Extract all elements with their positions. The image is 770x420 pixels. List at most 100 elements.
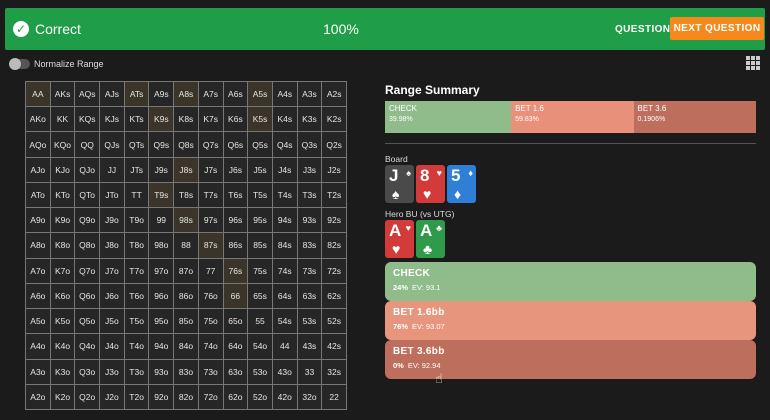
action-option-button[interactable]: CHECK 24% EV: 93.1 xyxy=(385,262,756,301)
hand-cell[interactable]: J5o xyxy=(100,309,124,334)
hand-cell[interactable]: KTo xyxy=(50,182,75,208)
hand-cell[interactable]: A8s xyxy=(174,82,198,107)
hand-cell[interactable]: QJo xyxy=(75,157,100,182)
hand-cell[interactable]: K8o xyxy=(50,233,75,258)
hand-cell[interactable]: 74o xyxy=(198,334,223,359)
hand-cell[interactable]: 52s xyxy=(322,309,346,334)
hand-cell[interactable]: Q7s xyxy=(198,132,223,157)
hand-cell[interactable]: J8o xyxy=(100,233,124,258)
hand-cell[interactable]: 92s xyxy=(322,208,346,233)
hand-cell[interactable]: A7o xyxy=(26,258,50,283)
hand-cell[interactable]: 85o xyxy=(174,309,198,334)
hand-cell[interactable]: JTo xyxy=(100,182,124,208)
hand-cell[interactable]: T9s xyxy=(149,182,174,208)
hand-cell[interactable]: 32o xyxy=(297,384,322,409)
hand-cell[interactable]: KJs xyxy=(100,107,124,132)
hand-cell[interactable]: Q8o xyxy=(75,233,100,258)
hand-cell[interactable]: 93o xyxy=(149,359,174,384)
hand-cell[interactable]: 54o xyxy=(248,334,272,359)
hand-cell[interactable]: 42o xyxy=(272,384,297,409)
hand-cell[interactable]: A8o xyxy=(26,233,50,258)
hand-cell[interactable]: 73s xyxy=(297,258,322,283)
hand-cell[interactable]: K7s xyxy=(198,107,223,132)
hand-cell[interactable]: J7o xyxy=(100,258,124,283)
hand-cell[interactable]: A2s xyxy=(322,82,346,107)
hand-cell[interactable]: 64o xyxy=(223,334,248,359)
hand-cell[interactable]: A2o xyxy=(26,384,50,409)
hand-cell[interactable]: 94s xyxy=(272,208,297,233)
hand-cell[interactable]: 82o xyxy=(174,384,198,409)
hand-cell[interactable]: JJ xyxy=(100,157,124,182)
hand-cell[interactable]: T8s xyxy=(174,182,198,208)
hand-cell[interactable]: J9o xyxy=(100,208,124,233)
hand-cell[interactable]: A9s xyxy=(149,82,174,107)
hand-cell[interactable]: 87s xyxy=(198,233,223,258)
hand-cell[interactable]: K2o xyxy=(50,384,75,409)
normalize-range-toggle[interactable]: Normalize Range xyxy=(9,58,104,70)
hand-cell[interactable]: J2s xyxy=(322,157,346,182)
hand-cell[interactable]: 66 xyxy=(223,283,248,309)
hand-cell[interactable]: 42s xyxy=(322,334,346,359)
hand-cell[interactable]: A9o xyxy=(26,208,50,233)
hand-cell[interactable]: Q4s xyxy=(272,132,297,157)
hand-cell[interactable]: K8s xyxy=(174,107,198,132)
hand-cell[interactable]: T7s xyxy=(198,182,223,208)
hand-cell[interactable]: KQs xyxy=(75,107,100,132)
hand-cell[interactable]: 94o xyxy=(149,334,174,359)
hand-cell[interactable]: AJs xyxy=(100,82,124,107)
hand-cell[interactable]: Q6o xyxy=(75,283,100,309)
hand-cell[interactable]: QJs xyxy=(100,132,124,157)
hand-cell[interactable]: J4o xyxy=(100,334,124,359)
hand-cell[interactable]: 83o xyxy=(174,359,198,384)
hand-cell[interactable]: T5s xyxy=(248,182,272,208)
hand-cell[interactable]: A7s xyxy=(198,82,223,107)
hand-cell[interactable]: J3o xyxy=(100,359,124,384)
hand-cell[interactable]: Q9s xyxy=(149,132,174,157)
hand-cell[interactable]: Q6s xyxy=(223,132,248,157)
hand-cell[interactable]: T2s xyxy=(322,182,346,208)
hand-cell[interactable]: 85s xyxy=(248,233,272,258)
hand-cell[interactable]: 43o xyxy=(272,359,297,384)
hand-cell[interactable]: Q2s xyxy=(322,132,346,157)
hand-cell[interactable]: J8s xyxy=(174,157,198,182)
hand-cell[interactable]: A5s xyxy=(248,82,272,107)
hand-cell[interactable]: AA xyxy=(26,82,50,107)
hand-cell[interactable]: 76s xyxy=(223,258,248,283)
hand-cell[interactable]: 93s xyxy=(297,208,322,233)
hand-cell[interactable]: 97s xyxy=(198,208,223,233)
hand-cell[interactable]: K3s xyxy=(297,107,322,132)
hand-cell[interactable]: 22 xyxy=(322,384,346,409)
hand-cell[interactable]: Q2o xyxy=(75,384,100,409)
hand-cell[interactable]: 86o xyxy=(174,283,198,309)
hand-cell[interactable]: 33 xyxy=(297,359,322,384)
hand-cell[interactable]: J7s xyxy=(198,157,223,182)
hand-cell[interactable]: T8o xyxy=(124,233,149,258)
hand-cell[interactable]: 98o xyxy=(149,233,174,258)
hand-cell[interactable]: K6s xyxy=(223,107,248,132)
hand-cell[interactable]: 62s xyxy=(322,283,346,309)
hand-cell[interactable]: T6s xyxy=(223,182,248,208)
hand-cell[interactable]: Q9o xyxy=(75,208,100,233)
hand-cell[interactable]: 96o xyxy=(149,283,174,309)
hand-cell[interactable]: 97o xyxy=(149,258,174,283)
hand-cell[interactable]: 55 xyxy=(248,309,272,334)
hand-cell[interactable]: K9s xyxy=(149,107,174,132)
hand-cell[interactable]: 44 xyxy=(272,334,297,359)
hand-cell[interactable]: QTo xyxy=(75,182,100,208)
hand-cell[interactable]: Q3s xyxy=(297,132,322,157)
hand-cell[interactable]: Q5s xyxy=(248,132,272,157)
hand-cell[interactable]: J9s xyxy=(149,157,174,182)
hand-cell[interactable]: 77 xyxy=(198,258,223,283)
hand-cell[interactable]: 64s xyxy=(272,283,297,309)
hand-cell[interactable]: 53s xyxy=(297,309,322,334)
hand-cell[interactable]: KK xyxy=(50,107,75,132)
hand-cell[interactable]: QQ xyxy=(75,132,100,157)
hand-cell[interactable]: AQo xyxy=(26,132,50,157)
hand-cell[interactable]: 72o xyxy=(198,384,223,409)
hand-cell[interactable]: J4s xyxy=(272,157,297,182)
hand-cell[interactable]: T3s xyxy=(297,182,322,208)
hand-cell[interactable]: 88 xyxy=(174,233,198,258)
hand-cell[interactable]: 96s xyxy=(223,208,248,233)
hand-cell[interactable]: 43s xyxy=(297,334,322,359)
hand-cell[interactable]: Q4o xyxy=(75,334,100,359)
